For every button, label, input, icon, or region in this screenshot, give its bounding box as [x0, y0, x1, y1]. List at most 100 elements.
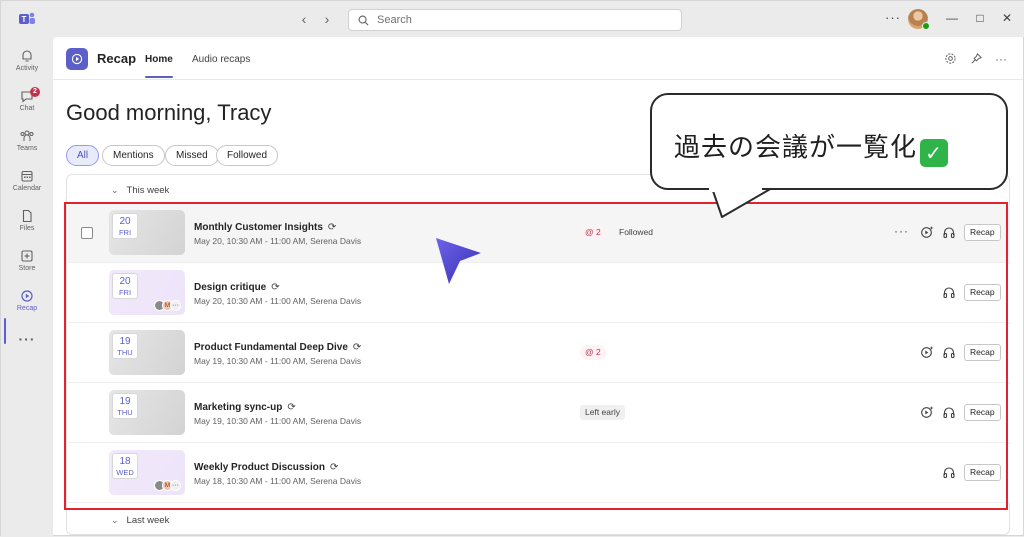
- callout-tail-mask: [709, 184, 762, 192]
- recap-button[interactable]: Recap: [964, 404, 1001, 421]
- recurring-icon: ⟳: [327, 222, 337, 233]
- section-header-this-week[interactable]: ⌄ This week: [111, 185, 169, 196]
- settings-gear-icon[interactable]: [943, 52, 957, 66]
- minimize-icon[interactable]: —: [945, 11, 959, 25]
- meeting-thumbnail: 18 WED M ···: [109, 450, 185, 495]
- pointer-cursor-icon: [436, 238, 481, 284]
- meeting-title-text: Marketing sync-up: [194, 402, 283, 413]
- headphones-icon[interactable]: [942, 285, 956, 299]
- meeting-title[interactable]: Weekly Product Discussion ⟳: [194, 462, 338, 473]
- meeting-list: ⌄ This week 20 FRI Monthly Customer Insigh…: [66, 174, 1010, 535]
- headphones-icon[interactable]: [942, 345, 956, 359]
- store-icon: [21, 250, 33, 262]
- date-weekday: FRI: [118, 228, 132, 237]
- participant-avatars: M ···: [154, 300, 181, 311]
- tab-active-indicator: [145, 76, 173, 78]
- tab-audio-recaps[interactable]: Audio recaps: [192, 54, 250, 65]
- date-weekday: FRI: [118, 288, 132, 297]
- forward-arrow-icon[interactable]: ›: [319, 11, 335, 27]
- status-tag: Followed: [619, 227, 654, 237]
- meeting-row[interactable]: 19 THU Marketing sync-up ⟳ May 19, 10:30 A…: [68, 384, 1010, 443]
- rail-item-teams[interactable]: Teams: [1, 125, 53, 163]
- recap-button[interactable]: Recap: [964, 464, 1001, 481]
- header-more-icon[interactable]: ···: [994, 52, 1008, 66]
- meeting-title[interactable]: Marketing sync-up ⟳: [194, 402, 296, 413]
- search-icon: [358, 15, 369, 25]
- meeting-title[interactable]: Design critique ⟳: [194, 282, 280, 293]
- search-bar[interactable]: [348, 9, 682, 31]
- rail-label: Teams: [16, 145, 38, 152]
- close-icon[interactable]: ✕: [1000, 11, 1014, 25]
- headphones-icon[interactable]: [942, 405, 956, 419]
- date-day: 19: [119, 396, 131, 407]
- app-title: Recap: [97, 51, 137, 66]
- title-bar: T ‹ › ··· — □ ✕: [1, 1, 1024, 37]
- row-checkbox[interactable]: [81, 227, 93, 239]
- meeting-thumbnail: 19 THU: [109, 330, 185, 375]
- bell-icon: [22, 50, 32, 62]
- meeting-subtitle: May 19, 10:30 AM - 11:00 AM, Serena Davi…: [194, 416, 362, 426]
- rail-item-recap[interactable]: Recap: [1, 285, 53, 323]
- section-label: Last week: [126, 515, 170, 526]
- app-rail: Activity 2 Chat Teams Calendar Files Sto…: [1, 37, 53, 537]
- recap-button[interactable]: Recap: [964, 344, 1001, 361]
- pin-icon[interactable]: [969, 52, 983, 66]
- meeting-title[interactable]: Monthly Customer Insights ⟳: [194, 222, 336, 233]
- teams-window: T ‹ › ··· — □ ✕ Activity 2 Chat Teams: [0, 0, 1024, 537]
- meeting-subtitle: May 20, 10:30 AM - 11:00 AM, Serena Davi…: [194, 236, 362, 246]
- filter-chip-mentions[interactable]: Mentions: [102, 145, 165, 166]
- date-card: 20 FRI: [112, 273, 138, 299]
- mention-badge: @ 2: [580, 345, 606, 360]
- rail-item-activity[interactable]: Activity: [1, 45, 53, 83]
- maximize-icon[interactable]: □: [973, 11, 987, 25]
- chat-badge: 2: [30, 87, 40, 97]
- row-more-icon[interactable]: ···: [894, 224, 909, 238]
- more-options-icon[interactable]: ···: [885, 10, 901, 25]
- search-input[interactable]: [377, 14, 657, 26]
- recurring-icon: ⟳: [287, 402, 296, 413]
- rail-item-files[interactable]: Files: [1, 205, 53, 243]
- teams-logo-icon[interactable]: T: [18, 11, 36, 27]
- filter-chip-all[interactable]: All: [66, 145, 100, 166]
- play-sparkle-icon[interactable]: [920, 405, 934, 419]
- meeting-row[interactable]: 20 FRI M ··· Design critique ⟳ May 20, 10:3…: [68, 264, 1010, 323]
- meeting-thumbnail: 20 FRI: [109, 210, 185, 255]
- rail-item-chat[interactable]: 2 Chat: [1, 85, 53, 123]
- rail-item-calendar[interactable]: Calendar: [1, 165, 53, 203]
- rail-label: Calendar: [12, 185, 42, 192]
- more-participants-icon: ···: [170, 300, 181, 311]
- svg-text:T: T: [22, 15, 27, 24]
- headphones-icon[interactable]: [942, 465, 956, 479]
- calendar-icon: [21, 170, 33, 182]
- section-header-last-week[interactable]: ⌄ Last week: [111, 515, 169, 526]
- meeting-thumbnail: 20 FRI M ···: [109, 270, 185, 315]
- meeting-subtitle: May 18, 10:30 AM - 11:00 AM, Serena Davi…: [194, 476, 362, 486]
- rail-label: Store: [18, 265, 36, 272]
- date-day: 18: [119, 456, 131, 467]
- back-arrow-icon[interactable]: ‹: [296, 11, 312, 27]
- greeting-heading: Good morning, Tracy: [66, 100, 272, 125]
- meeting-title-text: Monthly Customer Insights: [194, 222, 323, 233]
- meeting-title-text: Weekly Product Discussion: [194, 462, 325, 473]
- rail-label: Recap: [16, 305, 38, 312]
- headphones-icon[interactable]: [942, 225, 956, 239]
- recap-button[interactable]: Recap: [964, 284, 1001, 301]
- play-sparkle-icon[interactable]: [920, 345, 934, 359]
- filter-chip-followed[interactable]: Followed: [216, 145, 279, 166]
- file-icon: [22, 209, 32, 223]
- more-apps-icon[interactable]: ···: [1, 331, 53, 347]
- recurring-icon: ⟳: [352, 342, 362, 353]
- rail-item-store[interactable]: Store: [1, 245, 53, 283]
- meeting-row[interactable]: 20 FRI Monthly Customer Insights ⟳ May 20,…: [68, 204, 1010, 263]
- callout-caption: 過去の会議が一覧化: [674, 133, 918, 163]
- filter-chip-missed[interactable]: Missed: [165, 145, 219, 166]
- more-participants-icon: ···: [170, 480, 181, 491]
- meeting-row[interactable]: 19 THU Product Fundamental Deep Dive ⟳ May…: [68, 324, 1010, 383]
- meeting-subtitle: May 20, 10:30 AM - 11:00 AM, Serena Davi…: [194, 296, 362, 306]
- play-sparkle-icon[interactable]: [920, 225, 934, 239]
- tab-home[interactable]: Home: [145, 54, 173, 65]
- meeting-row[interactable]: 18 WED M ··· Weekly Product Discussion ⟳ Ma…: [68, 444, 1010, 503]
- callout-text: 過去の会議が一覧化 ✓: [674, 127, 949, 167]
- meeting-title[interactable]: Product Fundamental Deep Dive ⟳: [194, 342, 361, 353]
- recap-button[interactable]: Recap: [964, 224, 1001, 241]
